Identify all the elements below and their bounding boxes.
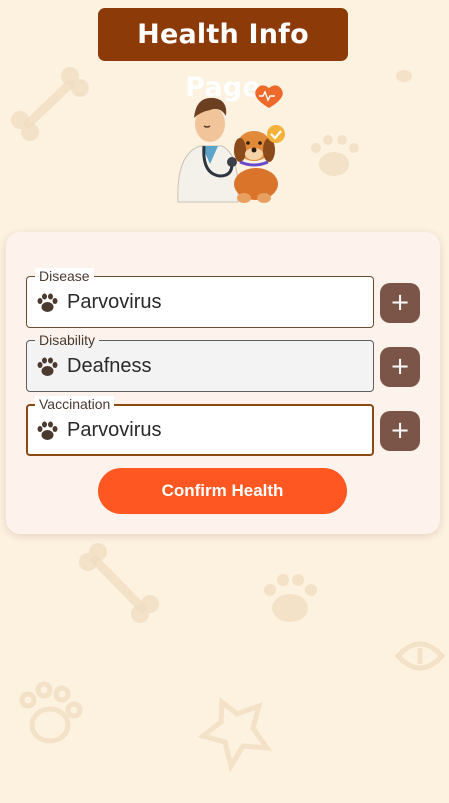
vaccination-field[interactable]: Vaccination Parvovirus — [26, 396, 374, 456]
disability-field-value: Deafness — [67, 355, 152, 377]
vet-with-dog-illustration — [177, 85, 285, 203]
disease-field-value[interactable]: Parvovirus — [67, 290, 161, 314]
paw-icon — [37, 357, 58, 376]
disability-field: Disability Deafness — [26, 332, 374, 392]
disease-field-label: Disease — [35, 268, 94, 284]
paw-icon — [37, 421, 58, 440]
paw-icon — [37, 293, 58, 312]
vaccination-field-label: Vaccination — [35, 396, 115, 412]
add-vaccination-button[interactable]: + — [380, 411, 420, 451]
disability-field-label: Disability — [35, 332, 100, 348]
add-disability-button[interactable]: + — [380, 347, 420, 387]
confirm-health-button[interactable]: Confirm Health — [98, 468, 347, 514]
add-disease-button[interactable]: + — [380, 283, 420, 323]
page-title: Health Info Page — [98, 8, 348, 103]
disease-field[interactable]: Disease Parvovirus — [26, 268, 374, 328]
vaccination-field-value[interactable]: Parvovirus — [67, 418, 161, 442]
